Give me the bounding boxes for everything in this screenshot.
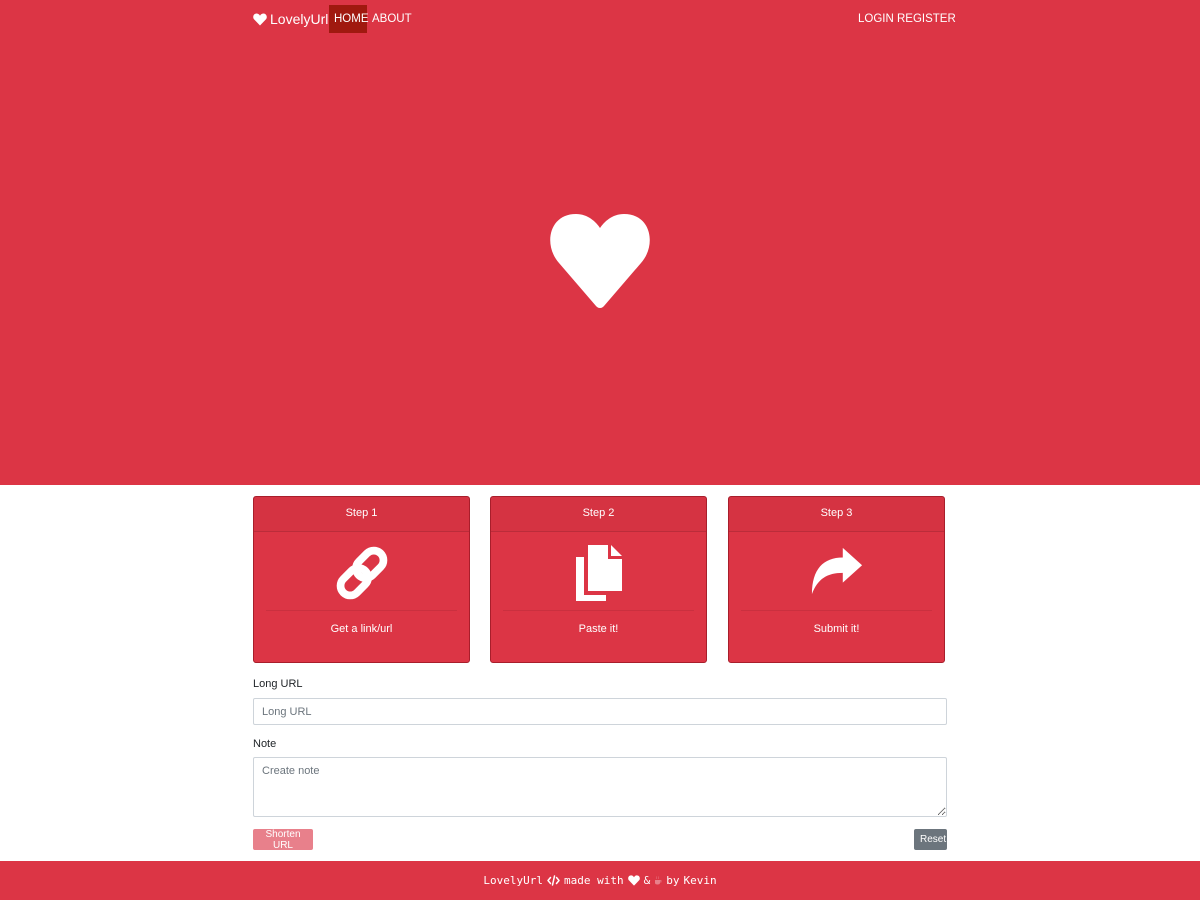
footer-author: Kevin [683, 874, 717, 887]
reset-button[interactable]: Reset [914, 829, 947, 850]
step-card-1: Step 1 Get a link/url [253, 496, 470, 663]
nav-register[interactable]: REGISTER [892, 5, 956, 33]
hero-heart-icon [549, 212, 651, 312]
coffee-icon [654, 876, 662, 885]
shorten-url-button[interactable]: Shorten URL [253, 829, 313, 851]
code-icon [547, 875, 560, 886]
footer-by: by [666, 874, 680, 887]
share-icon [809, 545, 865, 601]
step-title: Step 2 [491, 497, 706, 532]
brand-link[interactable]: LovelyUrl [253, 5, 328, 33]
step-text: Get a link/url [330, 623, 393, 635]
footer: LovelyUrl made with & by Kevin [0, 861, 1200, 900]
footer-made-with: made with [564, 874, 624, 887]
step-text: Submit it! [813, 623, 860, 635]
card-divider [266, 610, 457, 611]
long-url-label: Long URL [253, 678, 303, 690]
step-card-3: Step 3 Submit it! [728, 496, 945, 663]
nav-login[interactable]: LOGIN [853, 5, 894, 33]
note-textarea[interactable] [253, 757, 947, 817]
copy-icon [571, 545, 627, 601]
navbar: LovelyUrl HOME ABOUT LOGIN REGISTER [253, 5, 956, 33]
footer-amp: & [643, 874, 651, 887]
footer-brand: LovelyUrl [483, 874, 543, 887]
step-text: Paste it! [578, 623, 619, 635]
heart-icon [627, 875, 640, 886]
brand-label: LovelyUrl [270, 11, 329, 27]
step-title: Step 3 [729, 497, 944, 532]
long-url-input[interactable] [253, 698, 947, 725]
step-card-2: Step 2 Paste it! [490, 496, 707, 663]
nav-home[interactable]: HOME [329, 5, 369, 33]
step-title: Step 1 [254, 497, 469, 532]
hero-section: LovelyUrl HOME ABOUT LOGIN REGISTER [0, 0, 1200, 485]
link-icon [334, 545, 390, 601]
note-label: Note [253, 738, 277, 750]
card-divider [503, 610, 694, 611]
nav-about[interactable]: ABOUT [367, 5, 412, 33]
heart-icon [253, 12, 267, 26]
card-divider [741, 610, 932, 611]
